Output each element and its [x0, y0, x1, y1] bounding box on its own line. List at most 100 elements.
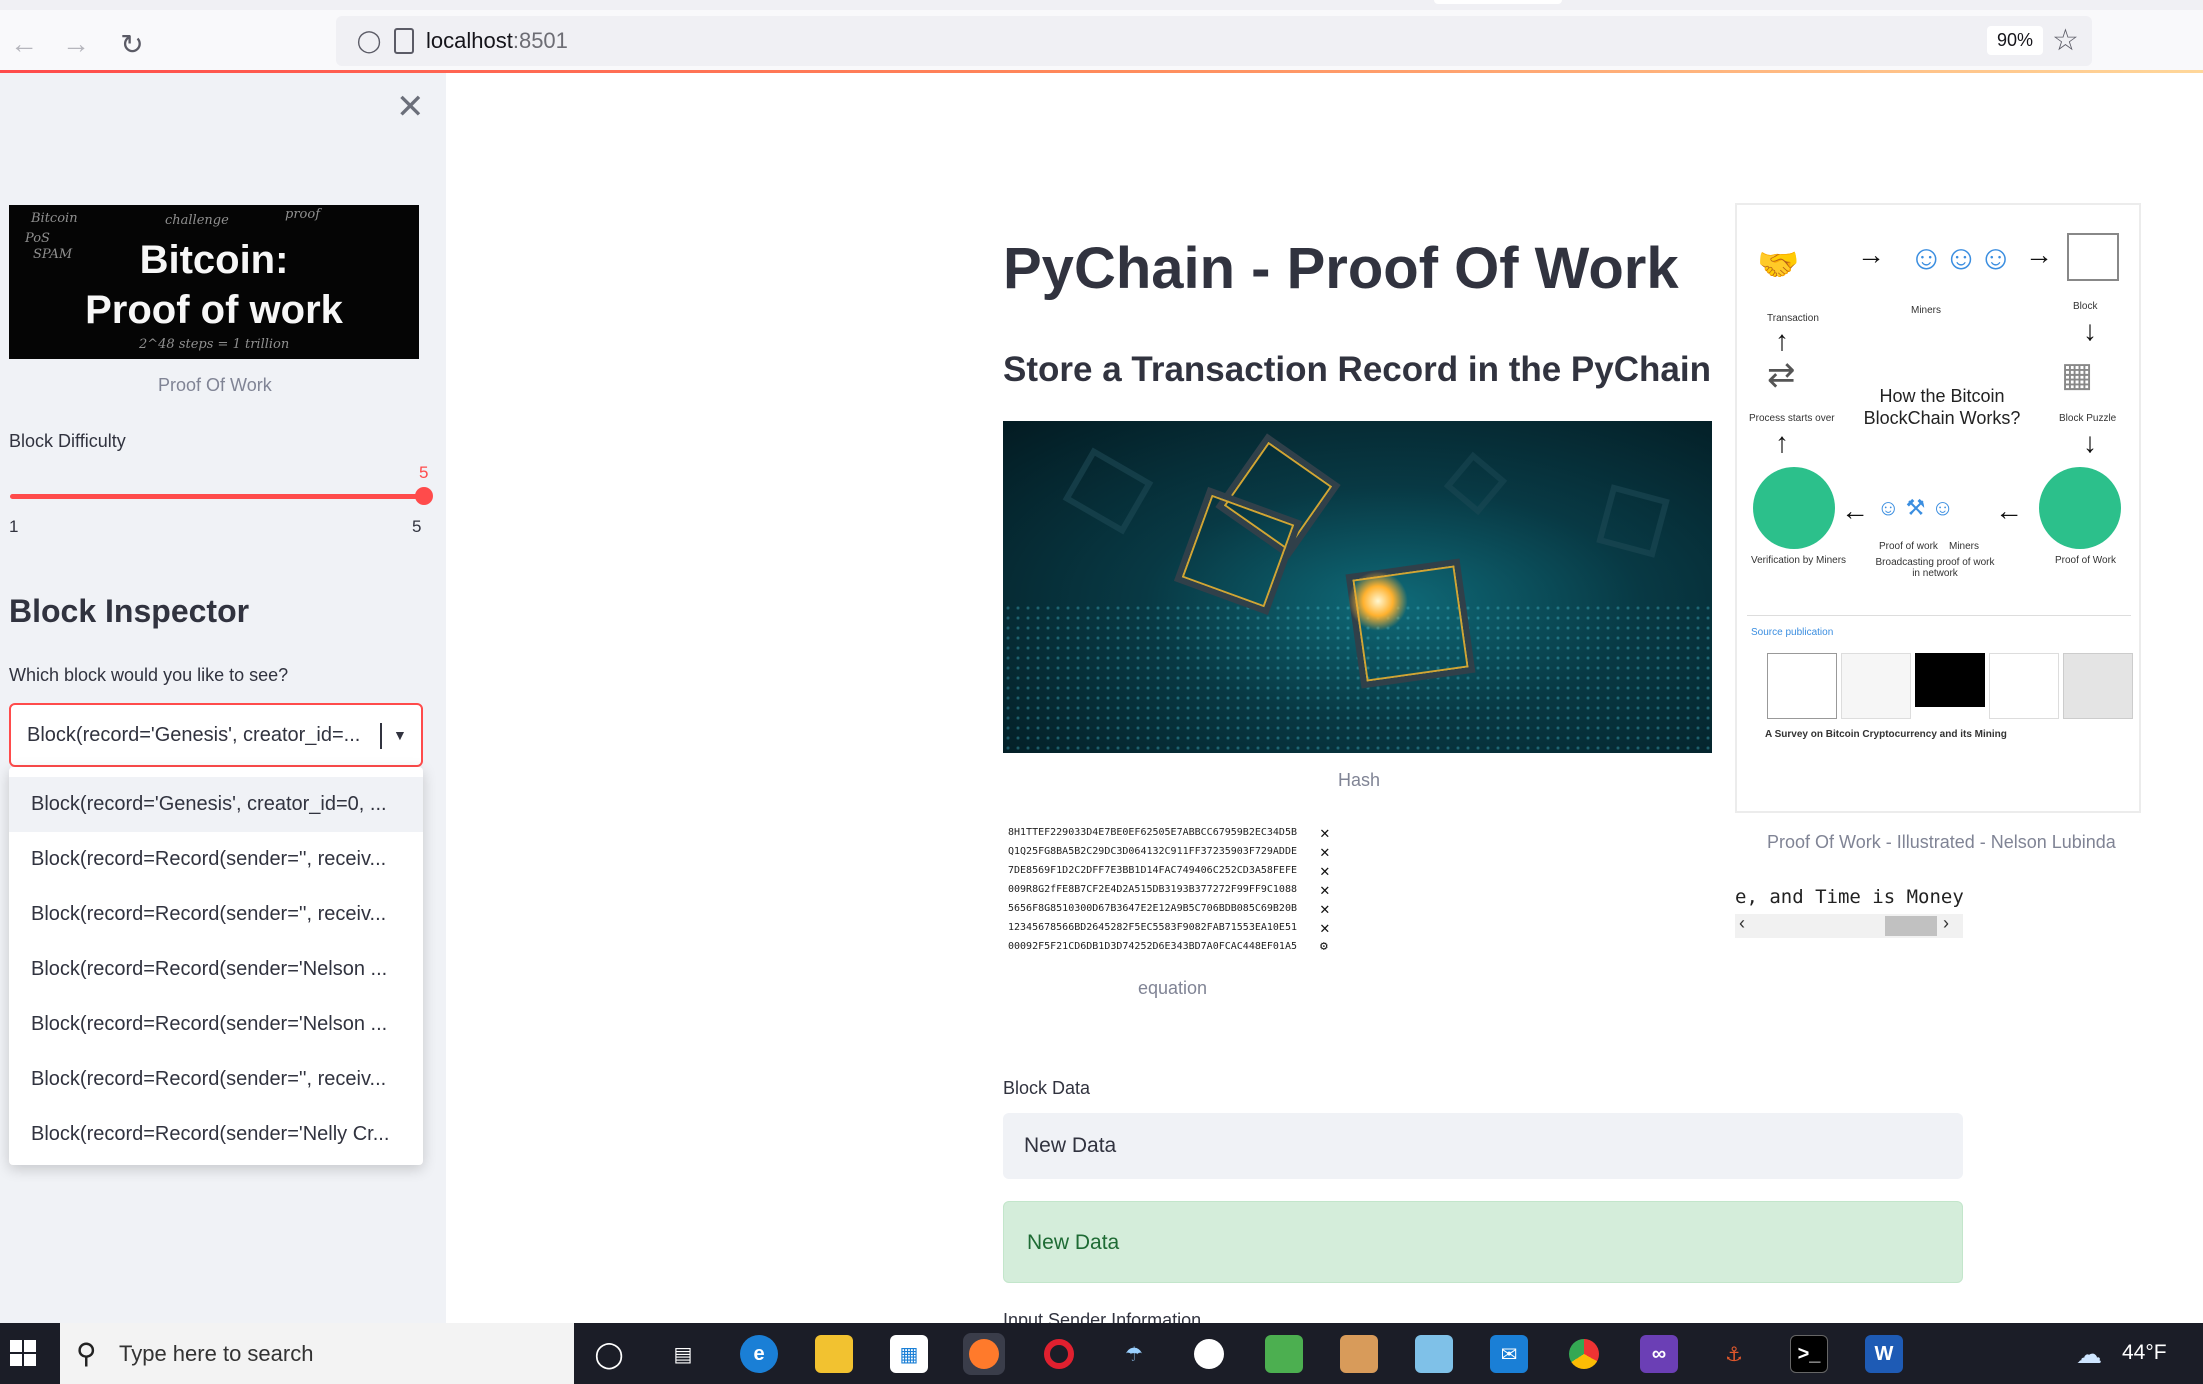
visual-studio-icon[interactable]: ∞ — [1640, 1335, 1678, 1373]
shield-app-icon[interactable]: ☂ — [1115, 1335, 1153, 1373]
slider-max: 5 — [412, 517, 422, 536]
sidebar-image-caption: Proof Of Work — [158, 375, 272, 395]
opera-icon[interactable] — [1040, 1335, 1078, 1373]
cube-icon — [2067, 233, 2119, 281]
thumb-title-1: Bitcoin: — [139, 238, 289, 282]
hash-line: 8H1TTEF229033D4E7BE0EF62505E7ABBCC67959B… — [1008, 827, 1297, 838]
hash-line: Q1Q25FG8BA5B2C29DC3D064132C911FF37235903… — [1008, 846, 1297, 857]
dropdown-option[interactable]: Block(record='Genesis', creator_id=0, ..… — [9, 777, 423, 832]
bitcoin-pow-image: Bitcoin PoS SPAM challenge proof 2^48 st… — [9, 205, 419, 359]
mail-icon[interactable]: ✉ — [1490, 1335, 1528, 1373]
cloud-icon[interactable]: ☁ — [2076, 1339, 2102, 1370]
back-arrow-icon[interactable]: ← — [4, 24, 44, 64]
taskbar-search[interactable]: ⚲ Type here to search — [60, 1323, 574, 1384]
pow-avatar — [2039, 467, 2121, 549]
edge-icon[interactable]: e — [740, 1335, 778, 1373]
zoom-indicator[interactable]: 90% — [1987, 26, 2044, 55]
close-sidebar-icon[interactable]: ✕ — [396, 87, 425, 127]
illustration-caption: Proof Of Work - Illustrated - Nelson Lub… — [1767, 832, 2116, 852]
illus-label: Block — [2073, 301, 2098, 312]
text-cursor — [380, 723, 382, 749]
code-snippet: e, and Time is Money — [1735, 886, 1964, 908]
illus-label: Miners — [1949, 541, 1980, 552]
scroll-right-icon[interactable]: › — [1943, 913, 1949, 934]
dropdown-option[interactable]: Block(record=Record(sender='', receiv... — [9, 1052, 423, 1107]
url-text[interactable]: localhost:8501 — [426, 28, 568, 54]
equation-caption: equation — [1138, 978, 1208, 998]
git-icon[interactable]: ⚓ — [1715, 1335, 1753, 1373]
store-icon[interactable]: ▦ — [890, 1335, 928, 1373]
task-view-icon[interactable]: ▤ — [664, 1335, 702, 1373]
dropdown-option[interactable]: Block(record=Record(sender='', receiv... — [9, 832, 423, 887]
address-bar[interactable]: ◯ localhost:8501 90% ☆ — [336, 16, 2092, 66]
hash-line: 7DE8569F1D2C2DFF7E3BB1D14FAC749406C252CD… — [1008, 865, 1297, 876]
page-subtitle: Store a Transaction Record in the PyChai… — [1003, 350, 1711, 389]
verification-avatar — [1753, 467, 1835, 549]
scroll-thumb[interactable] — [1885, 916, 1937, 936]
dropdown-option[interactable]: Block(record=Record(sender='', receiv... — [9, 887, 423, 942]
block-data-label: Block Data — [1003, 1078, 1091, 1098]
blockchain-hero-image — [1003, 421, 1712, 753]
sidebar: ✕ Bitcoin PoS SPAM challenge proof 2^48 … — [0, 73, 446, 1323]
page-title: PyChain - Proof Of Work — [1003, 236, 1679, 301]
select-label: Which block would you like to see? — [9, 665, 289, 685]
hash-line: 00092F5F21CD6DB1D3D74252D6E343BD7A0FCAC4… — [1008, 941, 1297, 952]
chevron-down-icon[interactable]: ▼ — [393, 727, 407, 743]
notes-icon[interactable] — [1415, 1335, 1453, 1373]
active-tab-edge[interactable] — [1434, 0, 1562, 4]
temperature[interactable]: 44°F — [2122, 1341, 2167, 1365]
illus-title: How the Bitcoin BlockChain Works? — [1863, 386, 2021, 428]
dropdown-option[interactable]: Block(record=Record(sender='Nelson ... — [9, 997, 423, 1052]
forward-arrow-icon[interactable]: → — [56, 24, 96, 64]
hash-equation-image: 8H1TTEF229033D4E7BE0EF62505E7ABBCC67959B… — [1008, 823, 1330, 954]
package-icon[interactable] — [1340, 1335, 1378, 1373]
page-icon — [394, 28, 414, 54]
source-link[interactable]: Source publication — [1751, 627, 1833, 638]
illus-label: Proof of Work — [2055, 555, 2116, 566]
file-explorer-icon[interactable] — [815, 1335, 853, 1373]
search-placeholder: Type here to search — [119, 1341, 314, 1366]
tab-strip — [0, 0, 2203, 10]
difficulty-slider-track[interactable] — [10, 494, 423, 499]
illus-label: Proof of work — [1879, 541, 1938, 552]
word-icon[interactable]: W — [1865, 1335, 1903, 1373]
illus-label: Transaction — [1767, 313, 1819, 324]
hash-line: 5656F8G8510300D67B3647E2E12A9B5C706BDB08… — [1008, 903, 1297, 914]
shield-icon[interactable]: ◯ — [356, 28, 382, 54]
difficulty-label: Block Difficulty — [9, 431, 126, 451]
shuffle-icon: ⇄ — [1767, 356, 1796, 394]
paint-icon[interactable] — [1265, 1335, 1303, 1373]
slack-icon[interactable] — [1190, 1335, 1228, 1373]
thumb-title-2: Proof of work — [85, 288, 343, 332]
illus-label: Process starts over — [1749, 413, 1835, 424]
block-dropdown-menu: Block(record='Genesis', creator_id=0, ..… — [9, 767, 423, 1165]
dropdown-option[interactable]: Block(record=Record(sender='Nelly Cr... — [9, 1107, 423, 1162]
firefox-icon[interactable] — [965, 1335, 1003, 1373]
search-icon: ⚲ — [76, 1338, 97, 1369]
hero-caption: Hash — [1338, 770, 1381, 790]
scroll-left-icon[interactable]: ‹ — [1739, 913, 1745, 934]
difficulty-slider-thumb[interactable] — [415, 487, 433, 505]
windows-start-icon[interactable] — [10, 1340, 36, 1366]
dropdown-option[interactable]: Block(record=Record(sender='Nelson ... — [9, 942, 423, 997]
cortana-icon[interactable]: ◯ — [590, 1335, 628, 1373]
block-data-input[interactable]: New Data — [1003, 1113, 1963, 1179]
block-inspector-heading: Block Inspector — [9, 593, 250, 629]
chrome-icon[interactable] — [1565, 1335, 1603, 1373]
paper-title[interactable]: A Survey on Bitcoin Cryptocurrency and i… — [1765, 729, 2007, 740]
block-select[interactable]: Block(record='Genesis', creator_id=... ▼ — [9, 703, 423, 767]
code-scrollbar[interactable]: ‹ › — [1735, 913, 1963, 938]
handshake-icon: 🤝 — [1757, 246, 1800, 284]
terminal-icon[interactable]: >_ — [1790, 1335, 1828, 1373]
reload-icon[interactable]: ↻ — [112, 24, 152, 64]
illus-label: Verification by Miners — [1751, 555, 1847, 566]
puzzle-icon: ▦ — [2061, 356, 2094, 394]
illus-label: Broadcasting proof of work in network — [1875, 557, 1995, 579]
illus-label: Miners — [1911, 305, 1942, 316]
illus-label: Block Puzzle — [2059, 413, 2117, 424]
miners-small-icon: ☺ ⚒ ☺ — [1877, 495, 1954, 520]
bookmark-star-icon[interactable]: ☆ — [2052, 23, 2079, 58]
block-data-value: New Data — [1024, 1134, 1117, 1157]
slider-min: 1 — [9, 517, 19, 536]
windows-taskbar: ⚲ Type here to search ◯ ▤ e ▦ ☂ ✉ ∞ ⚓ >_… — [0, 1323, 2203, 1384]
